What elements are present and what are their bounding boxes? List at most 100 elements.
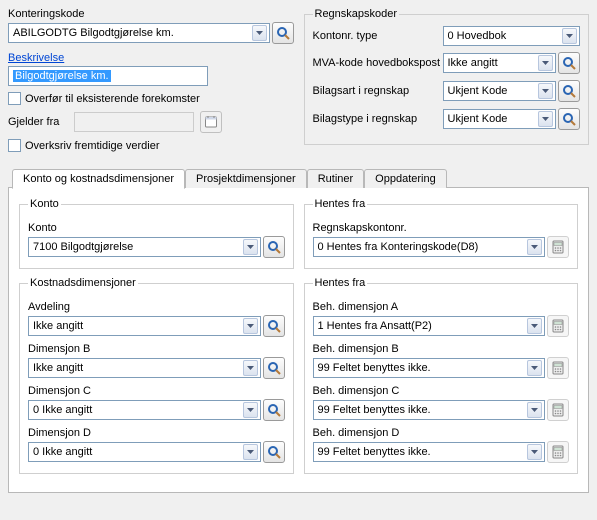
- chevron-down-icon: [243, 444, 258, 460]
- search-icon: [267, 403, 281, 417]
- beha-combo[interactable]: 1 Hentes fra Ansatt(P2): [313, 316, 546, 336]
- chevron-down-icon: [527, 318, 542, 334]
- tab-oppdatering[interactable]: Oppdatering: [364, 169, 447, 188]
- calculator-icon: [551, 240, 565, 254]
- behc-combo[interactable]: 99 Feltet benyttes ikke.: [313, 400, 546, 420]
- konto-group: Konto Konto 7100 Bilgodtgjørelse: [19, 198, 294, 269]
- konto-value: 7100 Bilgodtgjørelse: [33, 241, 133, 253]
- bilagsart-combo[interactable]: Ukjent Kode: [443, 81, 557, 101]
- behb-calc-button[interactable]: [547, 357, 569, 379]
- konteringskode-value: ABILGODTG Bilgodtgjørelse km.: [13, 27, 174, 39]
- search-icon: [562, 84, 576, 98]
- behb-combo[interactable]: 99 Feltet benyttes ikke.: [313, 358, 546, 378]
- calendar-icon: [204, 115, 218, 129]
- konto-search-button[interactable]: [263, 236, 285, 258]
- dimb-combo[interactable]: Ikke angitt: [28, 358, 261, 378]
- chevron-down-icon: [562, 28, 577, 44]
- kostnadsdimensjoner-group: Kostnadsdimensjoner Avdeling Ikke angitt…: [19, 277, 294, 474]
- search-icon: [267, 361, 281, 375]
- dimc-combo[interactable]: 0 Ikke angitt: [28, 400, 261, 420]
- dimc-label: Dimensjon C: [28, 385, 285, 397]
- hentes-bottom-legend: Hentes fra: [313, 277, 368, 289]
- behc-calc-button[interactable]: [547, 399, 569, 421]
- mva-combo[interactable]: Ikke angitt: [443, 53, 557, 73]
- regnskapskontonr-calc-button[interactable]: [547, 236, 569, 258]
- beskrivelse-label[interactable]: Beskrivelse: [8, 52, 294, 64]
- search-icon: [267, 319, 281, 333]
- dimb-search-button[interactable]: [263, 357, 285, 379]
- chevron-down-icon: [252, 25, 267, 41]
- hentes-fra-bottom-group: Hentes fra Beh. dimensjon A 1 Hentes fra…: [304, 277, 579, 474]
- bilagsart-label: Bilagsart i regnskap: [313, 85, 443, 97]
- bilagstype-combo[interactable]: Ukjent Kode: [443, 109, 557, 129]
- beskrivelse-value: Bilgodtgjørelse km.: [13, 70, 111, 82]
- behd-label: Beh. dimensjon D: [313, 427, 570, 439]
- beha-calc-button[interactable]: [547, 315, 569, 337]
- overskriv-label: Overksriv fremtidige verdier: [25, 140, 159, 152]
- search-icon: [267, 240, 281, 254]
- bilagstype-search-button[interactable]: [558, 108, 580, 130]
- dimb-value: Ikke angitt: [33, 362, 83, 374]
- calculator-icon: [551, 445, 565, 459]
- chevron-down-icon: [527, 239, 542, 255]
- konto-label: Konto: [28, 222, 285, 234]
- dimd-label: Dimensjon D: [28, 427, 285, 439]
- tab-rutiner[interactable]: Rutiner: [307, 169, 364, 188]
- avdeling-search-button[interactable]: [263, 315, 285, 337]
- gjelder-fra-input[interactable]: [74, 112, 194, 132]
- konto-combo[interactable]: 7100 Bilgodtgjørelse: [28, 237, 261, 257]
- behd-combo[interactable]: 99 Feltet benyttes ikke.: [313, 442, 546, 462]
- behc-label: Beh. dimensjon C: [313, 385, 570, 397]
- behd-value: 99 Feltet benyttes ikke.: [318, 446, 431, 458]
- regnskapskontonr-combo[interactable]: 0 Hentes fra Konteringskode(D8): [313, 237, 546, 257]
- search-icon: [562, 112, 576, 126]
- regnskapskoder-legend: Regnskapskoder: [313, 8, 400, 20]
- chevron-down-icon: [538, 83, 553, 99]
- chevron-down-icon: [527, 444, 542, 460]
- bilagsart-value: Ukjent Kode: [448, 85, 508, 97]
- beskrivelse-input[interactable]: Bilgodtgjørelse km.: [8, 66, 208, 86]
- search-icon: [276, 26, 290, 40]
- regnskapskoder-group: Regnskapskoder Kontonr. type 0 Hovedbok …: [304, 8, 590, 145]
- chevron-down-icon: [527, 402, 542, 418]
- tab-prosjektdimensjoner[interactable]: Prosjektdimensjoner: [185, 169, 307, 188]
- bilagstype-value: Ukjent Kode: [448, 113, 508, 125]
- dimb-label: Dimensjon B: [28, 343, 285, 355]
- behc-value: 99 Feltet benyttes ikke.: [318, 404, 431, 416]
- bilagsart-search-button[interactable]: [558, 80, 580, 102]
- kostnad-legend: Kostnadsdimensjoner: [28, 277, 138, 289]
- behb-label: Beh. dimensjon B: [313, 343, 570, 355]
- behb-value: 99 Feltet benyttes ikke.: [318, 362, 431, 374]
- gjelder-fra-calendar-button[interactable]: [200, 111, 222, 133]
- avdeling-combo[interactable]: Ikke angitt: [28, 316, 261, 336]
- gjelder-fra-label: Gjelder fra: [8, 116, 68, 128]
- overskriv-checkbox[interactable]: [8, 139, 21, 152]
- beha-value: 1 Hentes fra Ansatt(P2): [318, 320, 432, 332]
- avdeling-value: Ikke angitt: [33, 320, 83, 332]
- overfor-label: Overfør til eksisterende forekomster: [25, 93, 200, 105]
- konteringskode-search-button[interactable]: [272, 22, 294, 44]
- tab-konto-kostnad[interactable]: Konto og kostnadsdimensjoner: [12, 169, 185, 189]
- konto-legend: Konto: [28, 198, 61, 210]
- search-icon: [267, 445, 281, 459]
- chevron-down-icon: [243, 360, 258, 376]
- chevron-down-icon: [243, 318, 258, 334]
- chevron-down-icon: [243, 402, 258, 418]
- calculator-icon: [551, 319, 565, 333]
- chevron-down-icon: [538, 111, 553, 127]
- mva-search-button[interactable]: [558, 52, 580, 74]
- dimc-search-button[interactable]: [263, 399, 285, 421]
- dimd-combo[interactable]: 0 Ikke angitt: [28, 442, 261, 462]
- hentes-top-legend: Hentes fra: [313, 198, 368, 210]
- kontonr-type-value: 0 Hovedbok: [448, 30, 507, 42]
- dimd-search-button[interactable]: [263, 441, 285, 463]
- avdeling-label: Avdeling: [28, 301, 285, 313]
- konteringskode-combo[interactable]: ABILGODTG Bilgodtgjørelse km.: [8, 23, 270, 43]
- hentes-fra-top-group: Hentes fra Regnskapskontonr. 0 Hentes fr…: [304, 198, 579, 269]
- calculator-icon: [551, 361, 565, 375]
- dimc-value: 0 Ikke angitt: [33, 404, 92, 416]
- behd-calc-button[interactable]: [547, 441, 569, 463]
- overfor-checkbox[interactable]: [8, 92, 21, 105]
- bilagstype-label: Bilagstype i regnskap: [313, 113, 443, 125]
- kontonr-type-combo[interactable]: 0 Hovedbok: [443, 26, 581, 46]
